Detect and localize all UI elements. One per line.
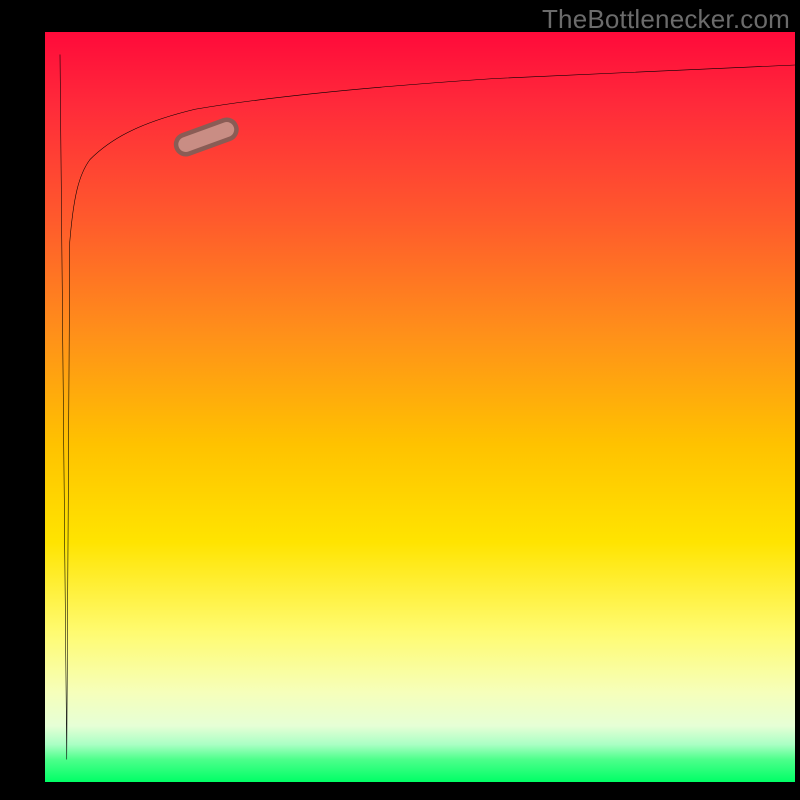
plot-area [45,32,795,782]
curve-marker [173,117,239,157]
bottleneck-curve [60,55,795,760]
watermark-text: TheBottlenecker.com [542,4,790,35]
curve-svg [45,32,795,782]
chart-frame: TheBottlenecker.com [0,0,800,800]
